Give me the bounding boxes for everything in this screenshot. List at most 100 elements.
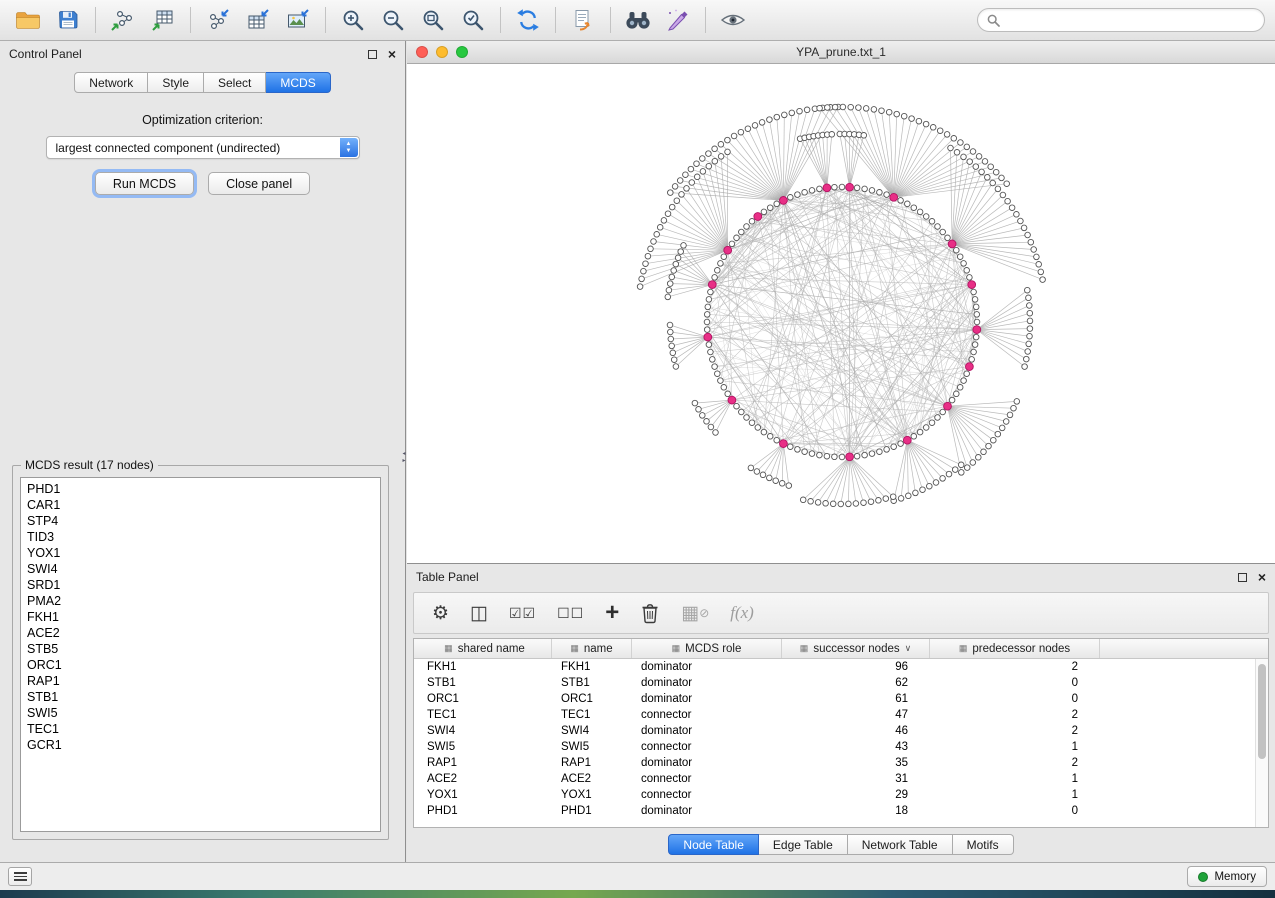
table-row[interactable]: SWI5SWI5connector431	[418, 739, 1255, 755]
list-item[interactable]: CAR1	[21, 497, 380, 513]
column-header[interactable]: ▦successor nodes∨	[782, 639, 930, 658]
show-columns-icon[interactable]: ◫	[470, 604, 488, 623]
network-graph[interactable]	[407, 64, 1273, 562]
list-item[interactable]: PHD1	[21, 481, 380, 497]
zoom-selected-button[interactable]	[455, 4, 491, 36]
table-cell: 35	[782, 757, 930, 769]
list-item[interactable]: SRD1	[21, 577, 380, 593]
export-network-button[interactable]	[200, 4, 236, 36]
gear-icon[interactable]: ⚙	[432, 604, 449, 623]
zoom-in-button[interactable]	[335, 4, 371, 36]
table-scrollbar[interactable]	[1255, 659, 1268, 827]
list-item[interactable]: YOX1	[21, 545, 380, 561]
scrollbar-thumb[interactable]	[1258, 664, 1266, 759]
add-column-icon[interactable]: +	[605, 601, 619, 625]
network-canvas[interactable]	[407, 64, 1275, 563]
close-panel-icon[interactable]: ×	[1258, 572, 1266, 582]
table-cell: STB1	[552, 677, 632, 689]
list-item[interactable]: PMA2	[21, 593, 380, 609]
column-header[interactable]: ▦MCDS role	[632, 639, 782, 658]
network-titlebar[interactable]: YPA_prune.txt_1	[407, 41, 1275, 64]
export-network-icon	[205, 8, 231, 32]
tab-select[interactable]: Select	[204, 72, 266, 93]
table-row[interactable]: TEC1TEC1connector472	[418, 707, 1255, 723]
float-panel-icon[interactable]	[1238, 573, 1247, 582]
export-table-button[interactable]	[240, 4, 276, 36]
table-cell: 46	[782, 725, 930, 737]
tab-node-table[interactable]: Node Table	[668, 834, 759, 855]
toolbar-separator	[555, 7, 556, 33]
column-type-icon: ▦	[959, 643, 968, 654]
clone-network-button[interactable]	[565, 4, 601, 36]
table-cell: RAP1	[418, 757, 552, 769]
table-row[interactable]: STB1STB1dominator620	[418, 675, 1255, 691]
zoom-fit-button[interactable]	[415, 4, 451, 36]
table-cell: connector	[632, 773, 782, 785]
memory-button[interactable]: Memory	[1187, 866, 1267, 887]
table-cell: FKH1	[552, 661, 632, 673]
table-cell: dominator	[632, 805, 782, 817]
list-item[interactable]: FKH1	[21, 609, 380, 625]
select-all-icon[interactable]: ☑☑	[509, 606, 536, 620]
list-item[interactable]: TEC1	[21, 721, 380, 737]
mcds-result-list[interactable]: PHD1CAR1STP4TID3YOX1SWI4SRD1PMA2FKH1ACE2…	[20, 477, 381, 832]
table-cell: 2	[930, 725, 1100, 737]
tab-motifs[interactable]: Motifs	[953, 834, 1014, 855]
window-minimize-icon[interactable]	[436, 46, 448, 58]
table-row[interactable]: PHD1PHD1dominator180	[418, 803, 1255, 819]
close-panel-button[interactable]: Close panel	[208, 172, 310, 195]
criterion-dropdown[interactable]: largest connected component (undirected)…	[46, 136, 360, 159]
list-item[interactable]: GCR1	[21, 737, 380, 753]
table-row[interactable]: RAP1RAP1dominator352	[418, 755, 1255, 771]
table-row[interactable]: YOX1YOX1connector291	[418, 787, 1255, 803]
run-mcds-button[interactable]: Run MCDS	[95, 172, 194, 195]
find-button[interactable]	[620, 4, 656, 36]
style-wand-button[interactable]	[660, 4, 696, 36]
list-item[interactable]: SWI5	[21, 705, 380, 721]
table-row[interactable]: SWI4SWI4dominator462	[418, 723, 1255, 739]
deselect-all-icon[interactable]: ☐☐	[557, 606, 584, 620]
window-maximize-icon[interactable]	[456, 46, 468, 58]
list-item[interactable]: SWI4	[21, 561, 380, 577]
open-button[interactable]	[10, 4, 46, 36]
zoom-in-icon	[341, 8, 365, 32]
table-cell: 18	[782, 805, 930, 817]
splitter-handle[interactable]: ◂▸	[401, 445, 407, 471]
tab-network[interactable]: Network	[74, 72, 148, 93]
show-hide-button[interactable]	[715, 4, 751, 36]
import-table-button[interactable]	[145, 4, 181, 36]
close-panel-icon[interactable]: ×	[388, 49, 396, 59]
import-network-button[interactable]	[105, 4, 141, 36]
list-item[interactable]: ACE2	[21, 625, 380, 641]
toolbar-separator	[95, 7, 96, 33]
export-image-button[interactable]	[280, 4, 316, 36]
column-header[interactable]: ▦predecessor nodes	[930, 639, 1100, 658]
list-item[interactable]: STB1	[21, 689, 380, 705]
table-row[interactable]: ORC1ORC1dominator610	[418, 691, 1255, 707]
delete-column-icon[interactable]	[640, 602, 660, 624]
column-header[interactable]: ▦name	[552, 639, 632, 658]
list-item[interactable]: RAP1	[21, 673, 380, 689]
table-row[interactable]: FKH1FKH1dominator962	[418, 659, 1255, 675]
column-type-icon: ▦	[444, 643, 453, 654]
save-button[interactable]	[50, 4, 86, 36]
tab-style[interactable]: Style	[148, 72, 204, 93]
tab-mcds[interactable]: MCDS	[266, 72, 330, 93]
list-item[interactable]: ORC1	[21, 657, 380, 673]
refresh-button[interactable]	[510, 4, 546, 36]
table-row[interactable]: ACE2ACE2connector311	[418, 771, 1255, 787]
task-history-button[interactable]	[8, 867, 32, 886]
zoom-out-button[interactable]	[375, 4, 411, 36]
list-item[interactable]: STB5	[21, 641, 380, 657]
search-input[interactable]	[1006, 13, 1255, 27]
control-panel-header: Control Panel ×	[0, 41, 405, 67]
search-box[interactable]	[977, 8, 1265, 32]
window-close-icon[interactable]	[416, 46, 428, 58]
tab-network-table[interactable]: Network Table	[848, 834, 953, 855]
column-header[interactable]: ▦shared name	[418, 639, 552, 658]
list-item[interactable]: TID3	[21, 529, 380, 545]
tab-edge-table[interactable]: Edge Table	[759, 834, 848, 855]
table-cell: dominator	[632, 677, 782, 689]
float-panel-icon[interactable]	[368, 50, 377, 59]
list-item[interactable]: STP4	[21, 513, 380, 529]
